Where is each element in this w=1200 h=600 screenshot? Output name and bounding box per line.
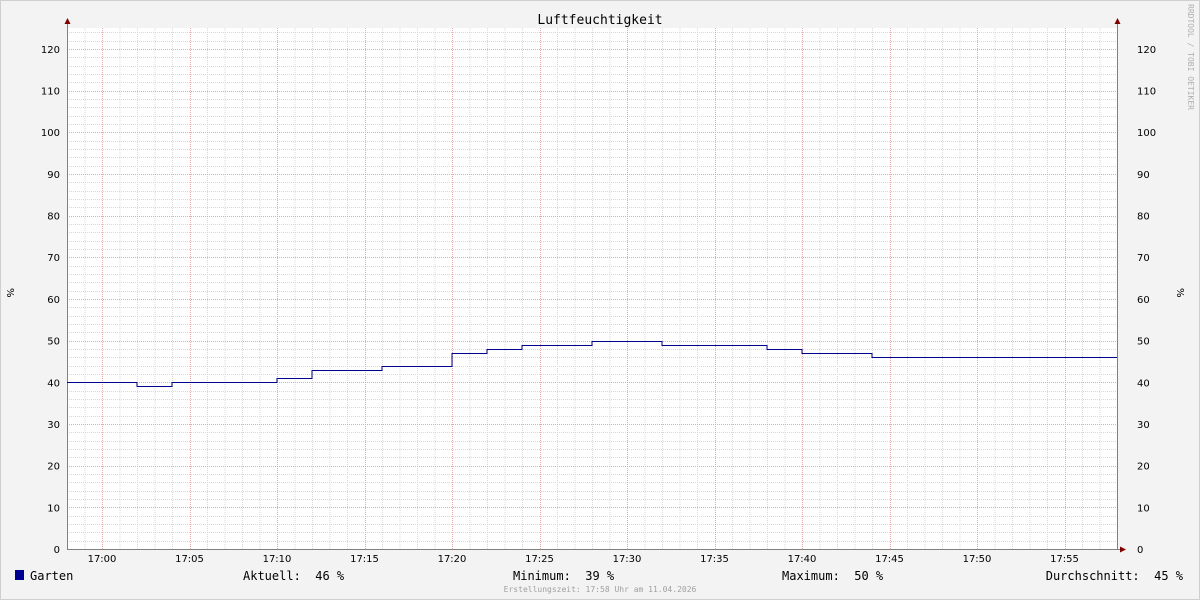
y-tick-labels-left: 0 10 20 30 40 50 60 70 80 90 100 110 120 <box>41 45 60 556</box>
y-tick-label-left: 100 <box>41 128 60 139</box>
x-tick-labels: 17:00 17:05 17:10 17:15 17:20 17:25 17:30 17:35… <box>88 554 1079 565</box>
x-tick-label: 17:45 <box>875 554 904 565</box>
chart-title: Luftfeuchtigkeit <box>537 13 662 28</box>
x-tick-label: 17:00 <box>88 554 117 565</box>
minor-grid <box>67 28 1118 549</box>
x-tick-label: 17:50 <box>963 554 992 565</box>
y-tick-label-left: 90 <box>47 170 60 181</box>
x-tick-label: 17:25 <box>525 554 554 565</box>
y-axis-arrow-right <box>1114 18 1121 24</box>
y-tick-label-left: 80 <box>47 212 60 223</box>
legend-series-name: Garten <box>30 569 73 583</box>
y-tick-label-right: 100 <box>1137 128 1156 139</box>
x-tick-label: 17:30 <box>613 554 642 565</box>
y-tick-label-left: 0 <box>54 545 60 556</box>
y-axis-arrow-left <box>64 18 71 24</box>
x-tick-label: 17:15 <box>350 554 379 565</box>
y-tick-label-right: 110 <box>1137 87 1156 98</box>
y-tick-label-right: 70 <box>1137 253 1150 264</box>
y-axis-label-left: % <box>4 288 15 298</box>
x-tick-label: 17:40 <box>788 554 817 565</box>
legend-maximum: Maximum: 50 % <box>782 569 884 583</box>
y-tick-label-right: 90 <box>1137 170 1150 181</box>
y-tick-label-right: 80 <box>1137 212 1150 223</box>
y-tick-label-right: 20 <box>1137 462 1150 473</box>
y-tick-label-right: 60 <box>1137 295 1150 306</box>
legend-average: Durchschnitt: 45 % <box>1046 569 1184 583</box>
y-tick-label-left: 20 <box>47 462 60 473</box>
rrd-graph: Luftfeuchtigkeit RRDTOOL / TOBI OETIKER … <box>4 4 1195 594</box>
x-tick-label: 17:10 <box>263 554 292 565</box>
x-tick-label: 17:55 <box>1050 554 1079 565</box>
y-tick-labels-right: 0 10 20 30 40 50 60 70 80 90 100 110 120 <box>1137 45 1156 556</box>
y-tick-label-left: 40 <box>47 378 60 389</box>
x-axis-arrow <box>1120 546 1126 553</box>
watermark-text: RRDTOOL / TOBI OETIKER <box>1186 4 1195 110</box>
legend-swatch <box>15 570 24 580</box>
y-tick-label-right: 40 <box>1137 378 1150 389</box>
x-tick-label: 17:05 <box>175 554 204 565</box>
y-tick-label-left: 70 <box>47 253 60 264</box>
y-tick-label-left: 50 <box>47 337 60 348</box>
y-tick-label-right: 30 <box>1137 420 1150 431</box>
y-tick-label-left: 30 <box>47 420 60 431</box>
y-tick-label-right: 10 <box>1137 503 1150 514</box>
legend-current: Aktuell: 46 % <box>243 569 345 583</box>
y-tick-label-left: 10 <box>47 503 60 514</box>
y-tick-label-right: 50 <box>1137 337 1150 348</box>
y-tick-label-right: 0 <box>1137 545 1143 556</box>
legend-minimum: Minimum: 39 % <box>513 569 615 583</box>
y-axis-label-right: % <box>1174 288 1185 298</box>
y-tick-label-right: 120 <box>1137 45 1156 56</box>
y-tick-label-left: 120 <box>41 45 60 56</box>
creation-time-footer: Erstellungszeit: 17:58 Uhr am 11.04.2026 <box>504 585 697 594</box>
y-tick-label-left: 110 <box>41 87 60 98</box>
y-tick-label-left: 60 <box>47 295 60 306</box>
x-tick-label: 17:35 <box>700 554 729 565</box>
x-tick-label: 17:20 <box>438 554 467 565</box>
